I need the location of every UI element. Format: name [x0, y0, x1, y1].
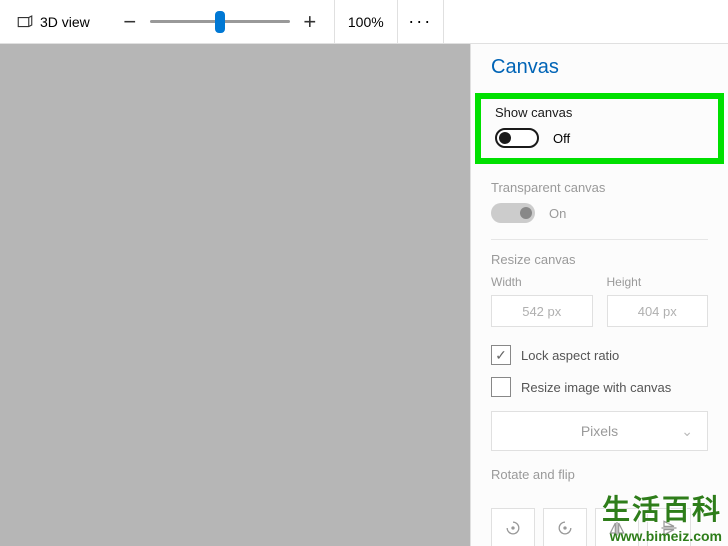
zoom-controls: − +: [116, 8, 324, 36]
canvas-panel: Canvas Show canvas Off Transparent canva…: [470, 44, 728, 546]
zoom-level-display[interactable]: 100%: [334, 0, 398, 44]
show-canvas-state: Off: [553, 131, 570, 146]
more-button[interactable]: ···: [398, 0, 444, 44]
zoom-out-button[interactable]: −: [116, 8, 144, 36]
3d-view-button[interactable]: 3D view: [8, 10, 98, 34]
resize-image-row: Resize image with canvas: [471, 371, 728, 403]
checkmark-icon: ✓: [495, 347, 507, 364]
flip-horizontal-icon: [607, 518, 627, 538]
transparent-canvas-section: Transparent canvas On: [471, 172, 728, 235]
dimensions-row: Width 542 px Height 404 px: [491, 275, 708, 327]
unit-dropdown[interactable]: Pixels ⌄: [491, 411, 708, 451]
lock-aspect-label: Lock aspect ratio: [521, 348, 619, 363]
transparent-canvas-state: On: [549, 206, 566, 221]
rotate-right-icon: [555, 518, 575, 538]
rotate-left-icon: [503, 518, 523, 538]
resize-canvas-label: Resize canvas: [491, 252, 708, 267]
top-toolbar: 3D view − + 100% ···: [0, 0, 728, 44]
cube-icon: [16, 15, 34, 29]
lock-aspect-checkbox[interactable]: ✓: [491, 345, 511, 365]
flip-vertical-icon: [659, 518, 679, 538]
view-label: 3D view: [40, 14, 90, 30]
height-column: Height 404 px: [607, 275, 709, 327]
resize-image-checkbox[interactable]: [491, 377, 511, 397]
lock-aspect-row: ✓ Lock aspect ratio: [471, 339, 728, 371]
resize-canvas-section: Resize canvas Width 542 px Height 404 px: [471, 244, 728, 339]
show-canvas-highlight: Show canvas Off: [475, 93, 724, 164]
slider-thumb[interactable]: [215, 11, 225, 33]
unit-value: Pixels: [581, 423, 618, 439]
toggle-knob: [520, 207, 532, 219]
rotate-right-button[interactable]: [543, 508, 587, 546]
width-label: Width: [491, 275, 593, 289]
rotate-flip-buttons: [471, 502, 728, 546]
panel-title: Canvas: [471, 56, 728, 93]
rotate-flip-section: Rotate and flip: [471, 459, 728, 502]
main-area: Canvas Show canvas Off Transparent canva…: [0, 44, 728, 546]
zoom-slider[interactable]: [150, 8, 290, 36]
flip-horizontal-button[interactable]: [595, 508, 639, 546]
rotate-flip-label: Rotate and flip: [491, 467, 708, 482]
show-canvas-toggle[interactable]: [495, 128, 539, 148]
height-label: Height: [607, 275, 709, 289]
height-input[interactable]: 404 px: [607, 295, 709, 327]
flip-vertical-button[interactable]: [647, 508, 691, 546]
divider: [491, 239, 708, 240]
transparent-canvas-label: Transparent canvas: [491, 180, 708, 195]
width-column: Width 542 px: [491, 275, 593, 327]
rotate-left-button[interactable]: [491, 508, 535, 546]
toggle-knob: [499, 132, 511, 144]
show-canvas-row: Off: [495, 128, 704, 148]
zoom-in-button[interactable]: +: [296, 8, 324, 36]
transparent-canvas-row: On: [491, 203, 708, 223]
canvas-workspace[interactable]: [0, 44, 470, 546]
chevron-down-icon: ⌄: [681, 423, 693, 440]
resize-image-label: Resize image with canvas: [521, 380, 671, 395]
transparent-canvas-toggle[interactable]: [491, 203, 535, 223]
show-canvas-label: Show canvas: [495, 105, 704, 120]
width-input[interactable]: 542 px: [491, 295, 593, 327]
